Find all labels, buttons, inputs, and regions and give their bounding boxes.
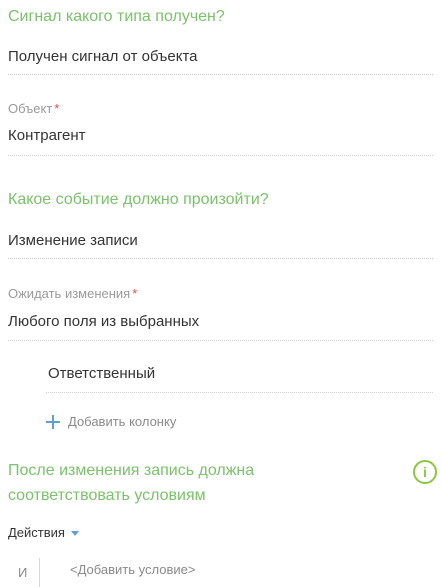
condition-title-line1: После изменения запись должна	[8, 462, 255, 479]
object-required-mark: *	[54, 101, 60, 116]
wait-required-mark: *	[132, 286, 138, 301]
event-underline	[8, 258, 433, 259]
signal-type-title: Сигнал какого типа получен?	[8, 8, 225, 25]
column-item[interactable]: Ответственный	[48, 365, 155, 383]
object-value[interactable]: Контрагент	[8, 127, 86, 145]
signal-type-value[interactable]: Получен сигнал от объекта	[8, 48, 198, 66]
caret-down-icon	[70, 530, 79, 536]
signal-type-underline	[8, 74, 433, 75]
condition-group-line	[39, 558, 40, 587]
wait-underline	[8, 340, 433, 341]
wait-value[interactable]: Любого поля из выбранных	[8, 313, 199, 331]
object-label: Объект *	[8, 102, 59, 116]
logic-operator[interactable]: И	[18, 566, 27, 580]
add-column-label: Добавить колонку	[68, 414, 177, 429]
column-underline	[46, 392, 433, 393]
actions-dropdown[interactable]: Действия	[8, 526, 79, 540]
event-title: Какое событие должно произойти?	[8, 191, 269, 208]
wait-label-text: Ожидать изменения	[8, 286, 131, 301]
object-underline	[8, 155, 433, 156]
event-value[interactable]: Изменение записи	[8, 232, 138, 250]
condition-title-line2: соответствовать условиям	[8, 487, 206, 504]
actions-label: Действия	[8, 525, 65, 540]
object-label-text: Объект	[8, 101, 53, 116]
add-column-button[interactable]: Добавить колонку	[46, 414, 176, 430]
info-icon[interactable]: i	[413, 460, 437, 484]
plus-icon	[46, 415, 60, 429]
wait-label: Ожидать изменения *	[8, 287, 137, 301]
add-condition-link[interactable]: <Добавить условие>	[70, 563, 195, 577]
